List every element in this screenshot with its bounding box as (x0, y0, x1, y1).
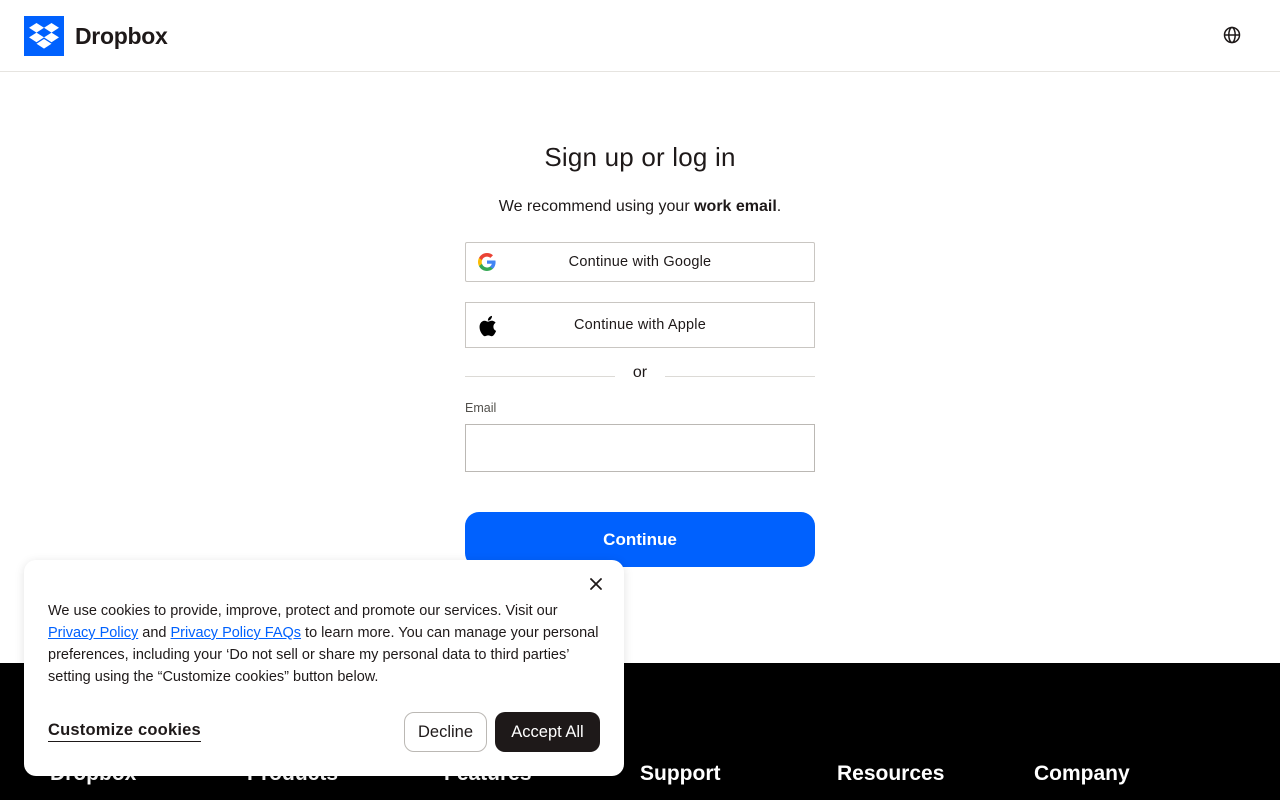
globe-icon[interactable] (1222, 25, 1242, 45)
continue-with-apple-button[interactable]: Continue with Apple (465, 302, 815, 348)
footer-heading-resources: Resources (837, 762, 945, 785)
subtitle-suffix: . (776, 198, 782, 215)
privacy-policy-link[interactable]: Privacy Policy (48, 625, 138, 641)
accept-all-button[interactable]: Accept All (495, 712, 600, 752)
page-title: Sign up or log in (544, 142, 736, 172)
or-divider: or (465, 364, 815, 384)
continue-button[interactable]: Continue (465, 512, 815, 567)
cookie-text-1: We use cookies to provide, improve, prot… (48, 603, 558, 619)
dropbox-logo[interactable]: Dropbox (24, 16, 168, 56)
logo-text: Dropbox (75, 22, 168, 49)
google-button-label: Continue with Google (568, 254, 712, 270)
divider-line-right (665, 376, 815, 377)
top-header: Dropbox (0, 0, 1280, 72)
apple-button-label: Continue with Apple (574, 317, 706, 333)
email-field[interactable] (465, 424, 815, 472)
cookie-message: We use cookies to provide, improve, prot… (48, 600, 608, 688)
email-label: Email (465, 401, 497, 415)
cookie-banner: We use cookies to provide, improve, prot… (24, 560, 624, 776)
footer-heading-support: Support (640, 762, 721, 785)
apple-icon (477, 315, 497, 337)
subtitle-bold: work email (694, 198, 777, 215)
google-icon (477, 252, 497, 272)
customize-cookies-button[interactable]: Customize cookies (48, 721, 201, 742)
divider-text: or (632, 364, 648, 381)
close-icon[interactable] (586, 574, 606, 594)
subtitle: We recommend using your work email. (365, 198, 915, 216)
cookie-text-2: and (138, 625, 171, 641)
decline-button[interactable]: Decline (404, 712, 487, 752)
footer-heading-company: Company (1034, 762, 1130, 785)
subtitle-prefix: We recommend using your (498, 198, 695, 215)
dropbox-logo-icon (24, 16, 64, 56)
privacy-policy-faqs-link[interactable]: Privacy Policy FAQs (171, 625, 302, 641)
continue-with-google-button[interactable]: Continue with Google (465, 242, 815, 282)
